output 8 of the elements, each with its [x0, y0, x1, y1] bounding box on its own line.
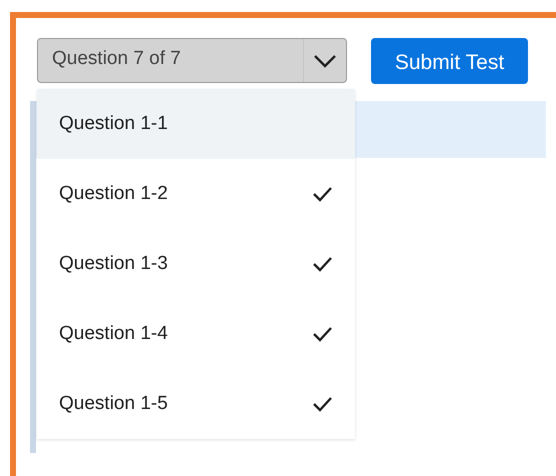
question-menu-item[interactable]: Question 1-3	[37, 229, 355, 299]
question-menu-item[interactable]: Question 1-2	[37, 159, 355, 229]
question-select[interactable]: Question 7 of 7	[37, 38, 347, 83]
question-menu-item[interactable]: Question 1-4	[37, 299, 355, 369]
question-menu-item[interactable]: Question 1-5	[37, 369, 355, 439]
chevron-down-icon	[313, 54, 337, 68]
submit-test-button[interactable]: Submit Test	[371, 38, 528, 84]
question-menu-item[interactable]: Question 1-1	[37, 89, 355, 159]
